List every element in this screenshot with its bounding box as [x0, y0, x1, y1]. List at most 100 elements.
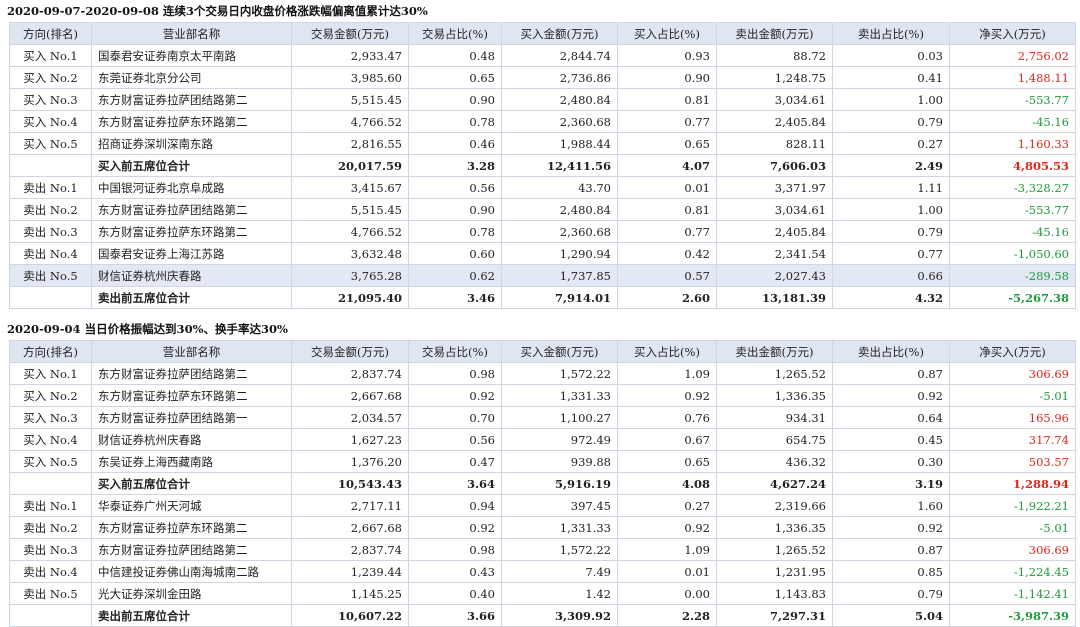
- branch-name-cell: 卖出前五席位合计: [91, 286, 292, 309]
- column-header: 卖出占比(%): [832, 340, 950, 363]
- rank-cell: 买入 No.5: [9, 132, 92, 155]
- table-row: 买入 No.5 招商证券深圳深南东路 2,816.55 0.46 1,988.44 0.6…: [9, 132, 1076, 155]
- value-cell: 4,766.52: [291, 220, 409, 243]
- value-cell: 0.92: [408, 384, 502, 407]
- rank-cell: 买入 No.2: [9, 384, 92, 407]
- rank-cell: 卖出 No.2: [9, 516, 92, 539]
- value-cell: 3.46: [408, 286, 502, 309]
- rank-cell: 买入 No.3: [9, 88, 92, 111]
- value-cell: 2.49: [832, 154, 950, 177]
- value-cell: -3,328.27: [949, 176, 1076, 199]
- value-cell: 306.69: [949, 362, 1076, 385]
- rank-cell: 买入 No.5: [9, 450, 92, 473]
- branch-name-cell: 招商证券深圳深南东路: [91, 132, 292, 155]
- value-cell: 10,607.22: [291, 604, 409, 627]
- table-row: 买入 No.1 东方财富证券拉萨团结路第二 2,837.74 0.98 1,572.22…: [9, 362, 1076, 385]
- value-cell: 2,667.68: [291, 516, 409, 539]
- branch-name-cell: 中国银河证券北京阜成路: [91, 176, 292, 199]
- section-2: 2020-09-04 当日价格振幅达到30%、换手率达30% 方向(排名) 营业部…: [0, 318, 1080, 627]
- value-cell: 7.49: [501, 560, 618, 583]
- rank-cell: 买入 No.2: [9, 66, 92, 89]
- table-row: 买入 No.2 东方财富证券拉萨东环路第二 2,667.68 0.92 1,331.33…: [9, 384, 1076, 407]
- value-cell: -5.01: [949, 516, 1076, 539]
- value-cell: 2,480.84: [501, 198, 618, 221]
- value-cell: 0.67: [617, 428, 717, 451]
- value-cell: 1,572.22: [501, 538, 618, 561]
- value-cell: 7,914.01: [501, 286, 618, 309]
- rank-cell: 买入 No.4: [9, 110, 92, 133]
- value-cell: 1,331.33: [501, 516, 618, 539]
- value-cell: 2,837.74: [291, 538, 409, 561]
- value-cell: 3,765.28: [291, 264, 409, 287]
- value-cell: 0.43: [408, 560, 502, 583]
- value-cell: 1,160.33: [949, 132, 1076, 155]
- value-cell: 2,360.68: [501, 110, 618, 133]
- branch-name-cell: 东方财富证券拉萨东环路第二: [91, 110, 292, 133]
- value-cell: 0.94: [408, 494, 502, 517]
- subtotal-row: 卖出前五席位合计 21,095.40 3.46 7,914.01 2.60 13,181.…: [9, 286, 1076, 309]
- column-header: 交易占比(%): [408, 22, 502, 45]
- column-header: 买入金额(万元): [501, 22, 618, 45]
- table-row: 买入 No.2 东莞证券北京分公司 3,985.60 0.65 2,736.86 0.90…: [9, 66, 1076, 89]
- value-cell: 1,265.52: [716, 362, 833, 385]
- value-cell: 0.92: [408, 516, 502, 539]
- section-1: 2020-09-07-2020-09-08 连续3个交易日内收盘价格涨跌幅偏离值…: [0, 0, 1080, 309]
- branch-name-cell: 东方财富证券拉萨团结路第二: [91, 538, 292, 561]
- value-cell: 1,143.83: [716, 582, 833, 605]
- value-cell: 2.60: [617, 286, 717, 309]
- rank-cell: [9, 286, 92, 309]
- value-cell: 0.56: [408, 176, 502, 199]
- value-cell: -1,224.45: [949, 560, 1076, 583]
- table-row: 买入 No.3 东方财富证券拉萨团结路第一 2,034.57 0.70 1,100.27…: [9, 406, 1076, 429]
- value-cell: 1,331.33: [501, 384, 618, 407]
- branch-name-cell: 卖出前五席位合计: [91, 604, 292, 627]
- value-cell: 20,017.59: [291, 154, 409, 177]
- value-cell: -289.58: [949, 264, 1076, 287]
- value-cell: 2.28: [617, 604, 717, 627]
- value-cell: 1.42: [501, 582, 618, 605]
- value-cell: 2,341.54: [716, 242, 833, 265]
- value-cell: 2,034.57: [291, 406, 409, 429]
- rank-cell: 卖出 No.5: [9, 264, 92, 287]
- branch-name-cell: 东方财富证券拉萨东环路第二: [91, 220, 292, 243]
- value-cell: 2,667.68: [291, 384, 409, 407]
- value-cell: 1,737.85: [501, 264, 618, 287]
- value-cell: 4.32: [832, 286, 950, 309]
- value-cell: 0.03: [832, 44, 950, 67]
- value-cell: 2,837.74: [291, 362, 409, 385]
- value-cell: 2,844.74: [501, 44, 618, 67]
- value-cell: 0.47: [408, 450, 502, 473]
- value-cell: 436.32: [716, 450, 833, 473]
- branch-name-cell: 东方财富证券拉萨团结路第一: [91, 406, 292, 429]
- value-cell: 0.90: [408, 198, 502, 221]
- value-cell: 3,034.61: [716, 198, 833, 221]
- branch-name-cell: 东莞证券北京分公司: [91, 66, 292, 89]
- value-cell: 0.30: [832, 450, 950, 473]
- value-cell: -553.77: [949, 198, 1076, 221]
- table-row: 买入 No.5 东吴证券上海西藏南路 1,376.20 0.47 939.88 0.65 4…: [9, 450, 1076, 473]
- value-cell: 3,632.48: [291, 242, 409, 265]
- value-cell: 2,756.02: [949, 44, 1076, 67]
- value-cell: 43.70: [501, 176, 618, 199]
- table-row: 卖出 No.1 华泰证券广州天河城 2,717.11 0.94 397.45 0.27 2,…: [9, 494, 1076, 517]
- branch-name-cell: 东吴证券上海西藏南路: [91, 450, 292, 473]
- table-row: 买入 No.3 东方财富证券拉萨团结路第二 5,515.45 0.90 2,480.84…: [9, 88, 1076, 111]
- table-body: 买入 No.1 东方财富证券拉萨团结路第二 2,837.74 0.98 1,572.22…: [9, 362, 1076, 627]
- value-cell: 5,515.45: [291, 88, 409, 111]
- column-header: 方向(排名): [9, 340, 92, 363]
- value-cell: 934.31: [716, 406, 833, 429]
- value-cell: 828.11: [716, 132, 833, 155]
- value-cell: 5,515.45: [291, 198, 409, 221]
- value-cell: 0.60: [408, 242, 502, 265]
- value-cell: 1,988.44: [501, 132, 618, 155]
- value-cell: 0.87: [832, 538, 950, 561]
- value-cell: 0.62: [408, 264, 502, 287]
- value-cell: -45.16: [949, 110, 1076, 133]
- value-cell: 2,405.84: [716, 220, 833, 243]
- value-cell: -1,922.21: [949, 494, 1076, 517]
- value-cell: 2,816.55: [291, 132, 409, 155]
- value-cell: 1,488.11: [949, 66, 1076, 89]
- value-cell: 12,411.56: [501, 154, 618, 177]
- value-cell: 0.90: [408, 88, 502, 111]
- column-header: 净买入(万元): [949, 22, 1076, 45]
